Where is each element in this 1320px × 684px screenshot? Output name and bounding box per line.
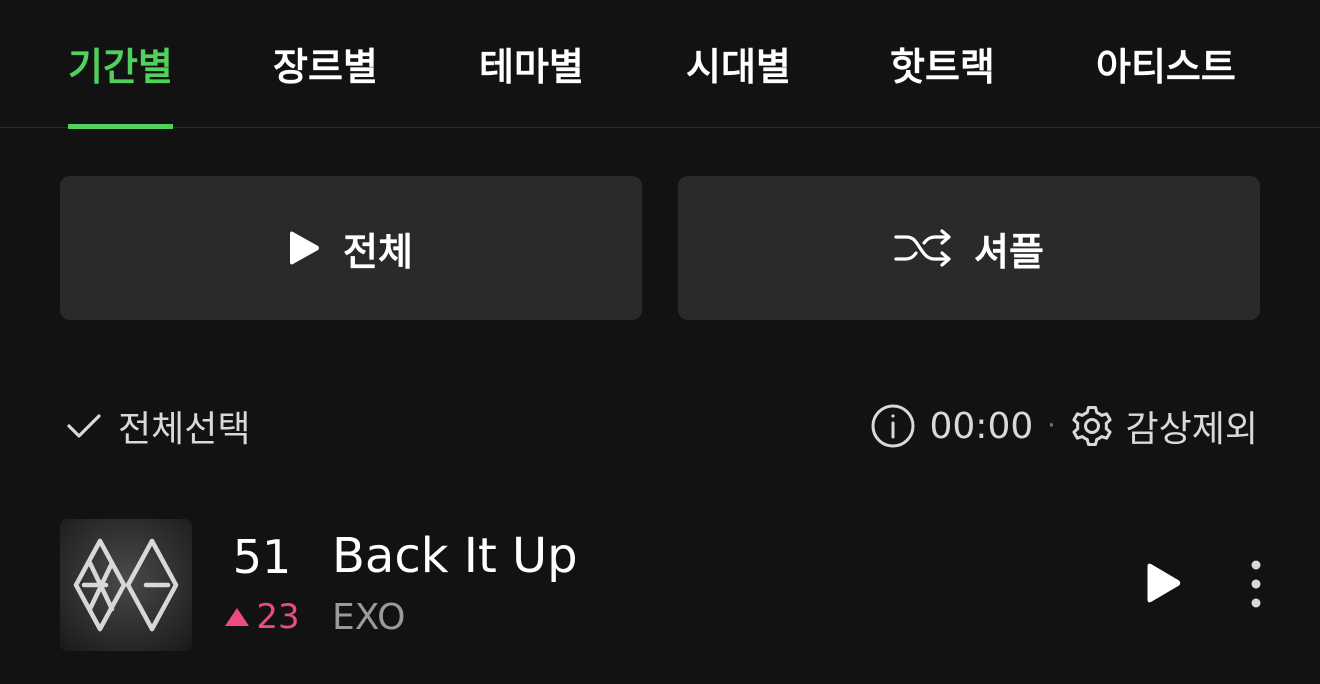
separator-dot: · — [1047, 411, 1056, 441]
track-artist[interactable]: EXO — [332, 597, 405, 638]
info-icon[interactable] — [870, 403, 916, 449]
tab-theme[interactable]: 테마별 — [479, 36, 584, 128]
album-cover[interactable] — [60, 519, 192, 651]
track-play-button[interactable] — [1140, 561, 1188, 609]
track-title[interactable]: Back It Up — [332, 528, 578, 584]
rank-change-value: 23 — [256, 597, 300, 637]
more-vertical-icon — [1250, 559, 1262, 613]
shuffle-label: 셔플 — [974, 229, 1044, 274]
gear-icon — [1070, 404, 1114, 448]
play-all-label: 전체 — [343, 229, 413, 274]
triangle-up-icon — [224, 607, 250, 627]
check-icon — [66, 412, 102, 440]
rank-number: 51 — [232, 530, 292, 584]
play-icon — [1146, 561, 1182, 609]
exclude-listening-label: 감상제외 — [1125, 409, 1258, 450]
playlist-tools: 00:00 · 감상제외 — [870, 400, 1258, 452]
shuffle-button[interactable]: 셔플 — [678, 176, 1260, 320]
play-all-button[interactable]: 전체 — [60, 176, 642, 320]
tab-period[interactable]: 기간별 — [68, 36, 173, 129]
tab-era[interactable]: 시대별 — [686, 36, 791, 128]
rank-change: 23 — [214, 597, 310, 637]
tab-hottrack[interactable]: 핫트랙 — [890, 36, 995, 128]
exclude-listening-button[interactable]: 감상제외 — [1070, 400, 1258, 452]
category-tabs: 기간별 장르별 테마별 시대별 핫트랙 아티스트 — [0, 0, 1320, 129]
tab-artist[interactable]: 아티스트 — [1096, 36, 1236, 128]
tab-genre[interactable]: 장르별 — [273, 36, 378, 128]
shuffle-icon — [894, 229, 952, 267]
play-icon — [289, 229, 321, 267]
select-all-button[interactable]: 전체선택 — [66, 400, 250, 452]
track-more-button[interactable] — [1236, 560, 1276, 612]
select-all-label: 전체선택 — [118, 409, 251, 450]
total-duration: 00:00 — [929, 405, 1034, 447]
